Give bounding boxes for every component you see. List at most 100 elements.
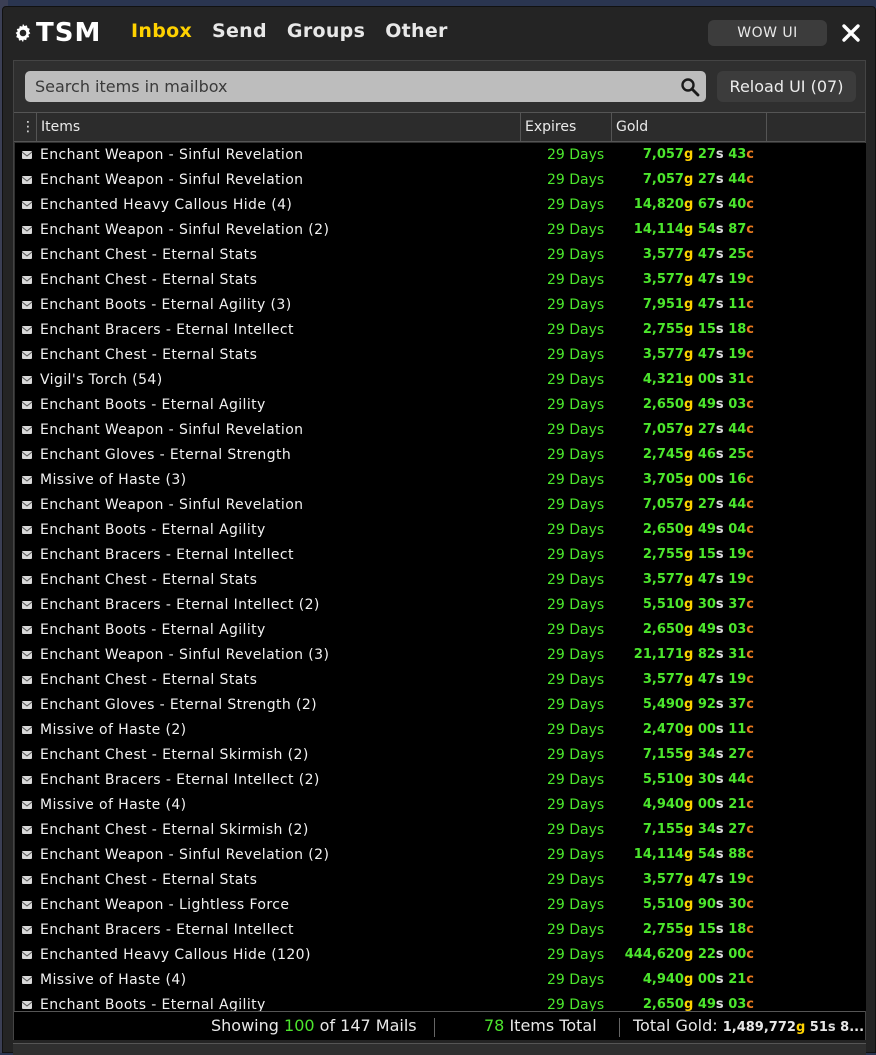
mail-icon — [21, 151, 33, 159]
expires-cell: 29 Days — [547, 222, 605, 238]
search-input[interactable] — [25, 71, 706, 102]
expires-cell: 29 Days — [547, 947, 605, 963]
column-header-expires[interactable]: Expires — [521, 113, 612, 141]
table-row[interactable]: Enchant Boots - Eternal Agility 29 Days 2,… — [15, 518, 866, 543]
table-row[interactable]: Enchanted Heavy Callous Hide (4) 29 Days 1… — [15, 193, 866, 218]
item-name: Enchant Chest - Eternal Stats — [40, 872, 258, 888]
table-row[interactable]: Enchant Chest - Eternal Skirmish (2) 29 D… — [15, 818, 866, 843]
title-bar: TSM Inbox Send Groups Other WOW UI — [3, 7, 875, 59]
table-row[interactable]: Missive of Haste (3) 29 Days 3,705g 00s 16… — [15, 468, 866, 493]
reload-ui-button[interactable]: Reload UI (07) — [717, 71, 856, 102]
item-name: Enchant Chest - Eternal Stats — [40, 672, 258, 688]
footer-divider — [434, 1018, 435, 1037]
item-name: Missive of Haste (3) — [40, 472, 187, 488]
table-row[interactable]: Enchant Gloves - Eternal Strength 29 Days… — [15, 443, 866, 468]
item-name: Enchant Chest - Eternal Stats — [40, 572, 258, 588]
gold-value: 7,951g 47s 11c — [642, 297, 754, 312]
mail-icon — [21, 576, 33, 584]
table-row[interactable]: Enchant Chest - Eternal Stats 29 Days 3,57… — [15, 668, 866, 693]
table-row[interactable]: Enchant Weapon - Sinful Revelation 29 Day… — [15, 493, 866, 518]
gold-value: 4,940g 00s 21c — [642, 797, 754, 812]
table-row[interactable]: Enchant Weapon - Lightless Force 29 Days 5… — [15, 893, 866, 918]
expires-cell: 29 Days — [547, 997, 605, 1011]
gold-value: 7,057g 27s 44c — [642, 422, 754, 437]
table-row[interactable]: Enchant Boots - Eternal Agility 29 Days 2,… — [15, 993, 866, 1011]
mail-icon — [21, 301, 33, 309]
tsm-mailbox-window: TSM Inbox Send Groups Other WOW UI Reloa… — [2, 6, 876, 1055]
table-row[interactable]: Enchant Chest - Eternal Stats 29 Days 3,57… — [15, 868, 866, 893]
mail-icon — [21, 226, 33, 234]
gold-value: 3,577g 47s 19c — [642, 347, 754, 362]
item-name: Enchanted Heavy Callous Hide (120) — [40, 947, 311, 963]
mail-icon — [21, 901, 33, 909]
table-row[interactable]: Enchanted Heavy Callous Hide (120) 29 Day… — [15, 943, 866, 968]
mail-icon — [21, 976, 33, 984]
item-name: Enchant Boots - Eternal Agility — [40, 522, 266, 538]
table-row[interactable]: Enchant Gloves - Eternal Strength (2) 29 … — [15, 693, 866, 718]
items-total: 78 Items Total — [484, 1016, 597, 1035]
item-name: Enchant Boots - Eternal Agility — [40, 622, 266, 638]
gold-value: 2,650g 49s 03c — [642, 622, 754, 637]
table-row[interactable]: Enchant Bracers - Eternal Intellect 29 Da… — [15, 918, 866, 943]
item-name: Enchant Bracers - Eternal Intellect (2) — [40, 597, 320, 613]
mail-list[interactable]: Enchant Weapon - Sinful Revelation 29 Day… — [15, 143, 866, 1011]
tab-send[interactable]: Send — [212, 20, 267, 42]
expires-cell: 29 Days — [547, 197, 605, 213]
table-row[interactable]: Enchant Boots - Eternal Agility 29 Days 2,… — [15, 618, 866, 643]
gold-value: 3,577g 47s 19c — [642, 672, 754, 687]
tab-inbox[interactable]: Inbox — [131, 20, 192, 42]
gold-value: 2,650g 49s 04c — [642, 522, 754, 537]
table-row[interactable]: Missive of Haste (2) 29 Days 2,470g 00s 11… — [15, 718, 866, 743]
table-row[interactable]: Enchant Chest - Eternal Stats 29 Days 3,57… — [15, 568, 866, 593]
table-row[interactable]: Enchant Chest - Eternal Stats 29 Days 3,57… — [15, 268, 866, 293]
item-name: Enchant Bracers - Eternal Intellect — [40, 547, 294, 563]
table-row[interactable]: Enchant Weapon - Sinful Revelation 29 Day… — [15, 168, 866, 193]
table-row[interactable]: Enchant Chest - Eternal Skirmish (2) 29 D… — [15, 743, 866, 768]
wow-ui-button[interactable]: WOW UI — [708, 20, 827, 46]
table-row[interactable]: Enchant Boots - Eternal Agility 29 Days 2,… — [15, 393, 866, 418]
gold-value: 7,057g 27s 44c — [642, 497, 754, 512]
table-row[interactable]: Vigil's Torch (54) 29 Days 4,321g 00s 31c — [15, 368, 866, 393]
item-name: Enchant Bracers - Eternal Intellect (2) — [40, 772, 320, 788]
expires-cell: 29 Days — [547, 397, 605, 413]
expires-cell: 29 Days — [547, 497, 605, 513]
item-name: Enchant Weapon - Sinful Revelation — [40, 497, 304, 513]
tab-groups[interactable]: Groups — [287, 20, 365, 42]
table-row[interactable]: Enchant Weapon - Sinful Revelation (3) 29… — [15, 643, 866, 668]
table-row[interactable]: Enchant Weapon - Sinful Revelation 29 Day… — [15, 418, 866, 443]
status-footer: Showing 100 of 147 Mails 78 Items Total … — [14, 1011, 865, 1040]
expires-cell: 29 Days — [547, 547, 605, 563]
table-row[interactable]: Enchant Boots - Eternal Agility (3) 29 Da… — [15, 293, 866, 318]
gold-value: 2,470g 00s 11c — [642, 722, 754, 737]
table-row[interactable]: Enchant Bracers - Eternal Intellect (2) 2… — [15, 768, 866, 793]
mail-icon — [21, 201, 33, 209]
expires-cell: 29 Days — [547, 747, 605, 763]
table-row[interactable]: Enchant Bracers - Eternal Intellect (2) 2… — [15, 593, 866, 618]
table-row[interactable]: Missive of Haste (4) 29 Days 4,940g 00s 21… — [15, 793, 866, 818]
table-row[interactable]: Enchant Chest - Eternal Stats 29 Days 3,57… — [15, 243, 866, 268]
gold-value: 5,510g 30s 44c — [642, 772, 754, 787]
table-row[interactable]: Enchant Chest - Eternal Stats 29 Days 3,57… — [15, 343, 866, 368]
table-row[interactable]: Enchant Bracers - Eternal Intellect 29 Da… — [15, 318, 866, 343]
column-header-gold[interactable]: Gold — [612, 113, 767, 141]
mail-icon — [21, 451, 33, 459]
table-row[interactable]: Enchant Weapon - Sinful Revelation 29 Day… — [15, 143, 866, 168]
column-menu-icon[interactable]: ⋮ — [14, 113, 37, 141]
gold-value: 7,155g 34s 27c — [642, 747, 754, 762]
table-row[interactable]: Missive of Haste (4) 29 Days 4,940g 00s 21… — [15, 968, 866, 993]
search-icon[interactable] — [680, 77, 700, 97]
column-header-items[interactable]: Items — [37, 113, 521, 141]
expires-cell: 29 Days — [547, 447, 605, 463]
mail-icon — [21, 751, 33, 759]
footer-divider — [619, 1018, 620, 1037]
mail-icon — [21, 251, 33, 259]
gold-value: 2,755g 15s 19c — [642, 547, 754, 562]
item-name: Enchant Gloves - Eternal Strength — [40, 447, 292, 463]
table-row[interactable]: Enchant Bracers - Eternal Intellect 29 Da… — [15, 543, 866, 568]
item-name: Enchant Boots - Eternal Agility — [40, 997, 266, 1011]
close-icon[interactable] — [839, 21, 863, 45]
table-row[interactable]: Enchant Weapon - Sinful Revelation (2) 29… — [15, 843, 866, 868]
item-name: Enchant Chest - Eternal Skirmish (2) — [40, 822, 309, 838]
table-row[interactable]: Enchant Weapon - Sinful Revelation (2) 29… — [15, 218, 866, 243]
tab-other[interactable]: Other — [385, 20, 448, 42]
